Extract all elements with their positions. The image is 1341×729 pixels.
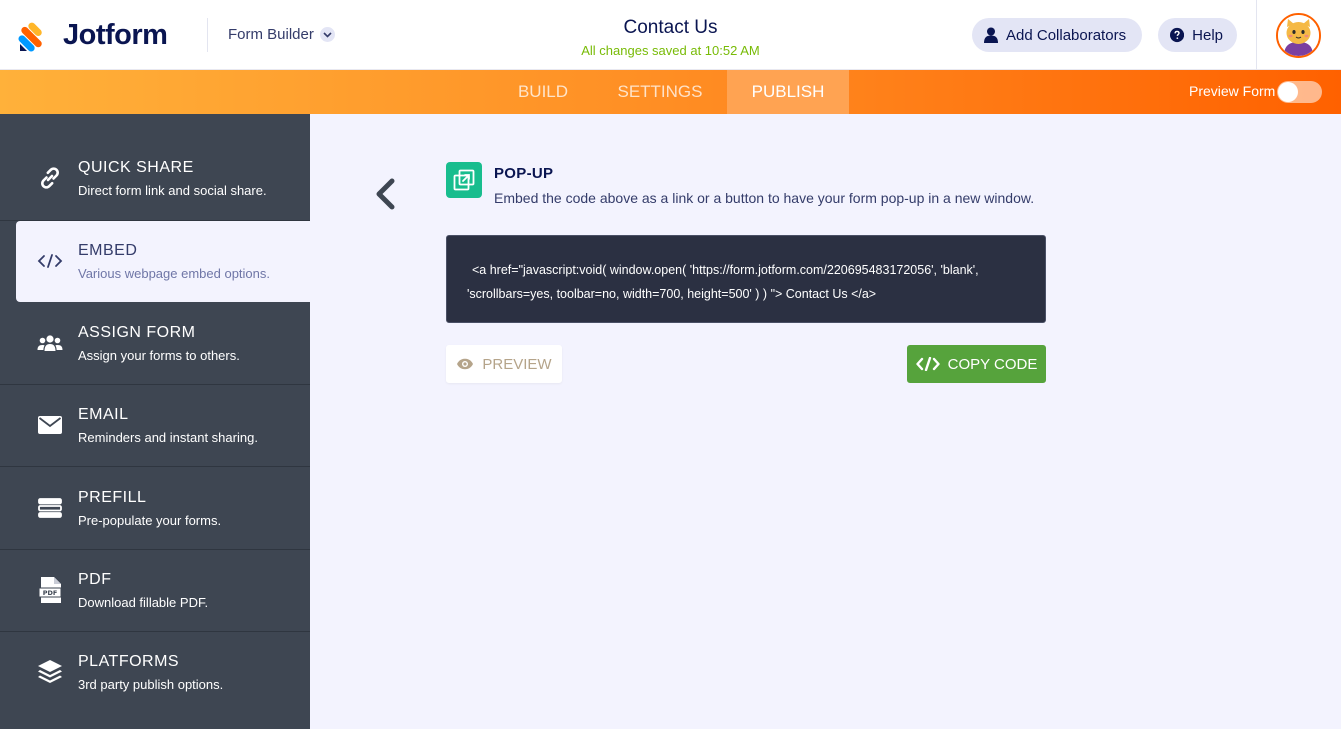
layers-icon [36,658,64,686]
sidebar-item-email[interactable]: EMAIL Reminders and instant sharing. [0,385,310,467]
sidebar-item-embed[interactable]: EMBED Various webpage embed options. [16,221,310,302]
question-icon [1170,27,1185,43]
chevron-left-icon [376,178,395,210]
sidebar-item-subtitle: Download fillable PDF. [78,595,209,610]
header-divider [1256,0,1257,70]
eye-icon [457,358,474,370]
code-icon [36,247,64,275]
copy-code-label: COPY CODE [947,355,1038,373]
sidebar-item-subtitle: Pre-populate your forms. [78,513,222,528]
add-collaborators-button[interactable]: Add Collaborators [972,18,1142,52]
section-description: Embed the code above as a link or a butt… [494,190,1035,206]
sidebar-item-subtitle: Various webpage embed options. [78,266,270,281]
envelope-icon [36,411,64,439]
pdf-icon: PDF [36,576,64,604]
embed-code-box[interactable]: <a href="javascript:void( window.open( '… [446,235,1046,323]
sidebar-item-assign-form[interactable]: ASSIGN FORM Assign your forms to others. [0,303,310,385]
users-icon [36,329,64,357]
tab-settings[interactable]: SETTINGS [606,70,714,114]
preview-form-toggle[interactable] [1277,81,1322,103]
back-button[interactable] [372,178,398,210]
section-title: POP-UP [494,165,554,182]
toggle-knob [1278,82,1298,102]
top-header: Jotform Form Builder Contact Us All chan… [0,0,1341,70]
sidebar-item-platforms[interactable]: PLATFORMS 3rd party publish options. [0,632,310,714]
help-button[interactable]: Help [1158,18,1237,52]
preview-button[interactable]: PREVIEW [446,345,562,383]
preview-label: PREVIEW [482,355,552,373]
publish-sidebar: QUICK SHARE Direct form link and social … [0,114,310,729]
builder-navbar: BUILD SETTINGS PUBLISH Preview Form [0,70,1341,114]
user-icon [984,27,998,43]
pdf-icon-text: PDF [43,589,58,597]
sidebar-item-prefill[interactable]: PREFILL Pre-populate your forms. [0,468,310,550]
code-line: 'scrollbars=yes, toolbar=no, width=700, … [467,287,877,301]
sidebar-item-title: PDF [78,571,112,588]
sidebar-item-subtitle: 3rd party publish options. [78,677,224,692]
sidebar-item-title: EMAIL [78,406,129,423]
sidebar-item-title: EMBED [78,242,138,259]
sidebar-item-subtitle: Direct form link and social share. [78,183,267,198]
help-label: Help [1192,26,1223,44]
popup-icon [446,162,482,198]
sidebar-item-title: PREFILL [78,489,147,506]
link-icon [36,164,64,192]
sidebar-item-quick-share[interactable]: QUICK SHARE Direct form link and social … [0,138,310,221]
sidebar-item-title: PLATFORMS [78,653,180,670]
sidebar-item-title: QUICK SHARE [78,159,194,176]
sidebar-item-subtitle: Assign your forms to others. [78,348,240,363]
sidebar-item-title: ASSIGN FORM [78,324,196,341]
sidebar-item-pdf[interactable]: PDF PDF Download fillable PDF. [0,550,310,632]
code-line: <a href="javascript:void( window.open( '… [472,263,979,277]
tab-publish[interactable]: PUBLISH [727,70,849,114]
prefill-icon [36,494,64,522]
copy-code-button[interactable]: COPY CODE [907,345,1046,383]
save-status: All changes saved at 10:52 AM [581,43,760,58]
tab-build[interactable]: BUILD [506,70,580,114]
code-icon [915,357,940,371]
cat-avatar-icon [1278,15,1319,56]
avatar[interactable] [1276,13,1321,58]
preview-form-label: Preview Form [1189,83,1276,99]
add-collaborators-label: Add Collaborators [1006,26,1127,44]
sidebar-item-subtitle: Reminders and instant sharing. [78,430,258,445]
